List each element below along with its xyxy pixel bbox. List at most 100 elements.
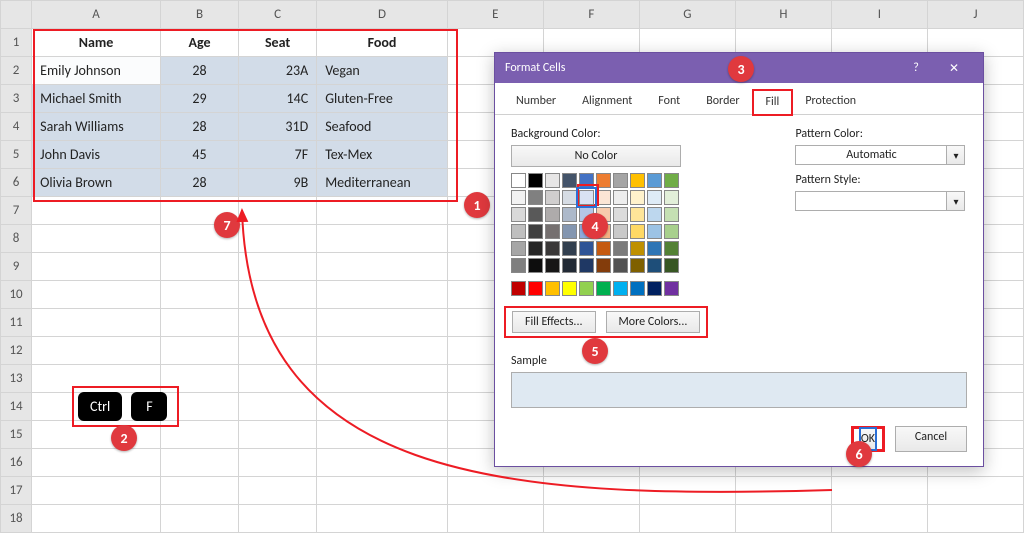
standard-color-swatch[interactable]: [613, 281, 628, 296]
cell-G17[interactable]: [639, 477, 735, 505]
color-swatch[interactable]: [613, 190, 628, 205]
standard-color-swatch[interactable]: [511, 281, 526, 296]
color-swatch[interactable]: [579, 224, 594, 239]
cell-B18[interactable]: [160, 505, 238, 533]
color-swatch[interactable]: [562, 207, 577, 222]
color-swatch[interactable]: [596, 207, 611, 222]
cell-A12[interactable]: [32, 337, 161, 365]
tab-alignment[interactable]: Alignment: [569, 89, 645, 114]
column-header-J[interactable]: J: [927, 1, 1023, 29]
color-swatch[interactable]: [664, 207, 679, 222]
cell-C14[interactable]: [239, 393, 317, 421]
cell-D10[interactable]: [317, 281, 448, 309]
color-swatch[interactable]: [596, 190, 611, 205]
row-header-13[interactable]: 13: [1, 365, 32, 393]
cell-A10[interactable]: [32, 281, 161, 309]
cell-D9[interactable]: [317, 253, 448, 281]
cell-D16[interactable]: [317, 449, 448, 477]
color-swatch[interactable]: [579, 241, 594, 256]
row-header-1[interactable]: 1: [1, 29, 32, 57]
cell-B3[interactable]: 29: [160, 85, 238, 113]
color-swatch[interactable]: [579, 207, 594, 222]
cell-C1[interactable]: Seat: [239, 29, 317, 57]
column-header-A[interactable]: A: [32, 1, 161, 29]
color-swatch[interactable]: [545, 173, 560, 188]
row-header-17[interactable]: 17: [1, 477, 32, 505]
color-swatch[interactable]: [545, 258, 560, 273]
color-swatch[interactable]: [630, 241, 645, 256]
color-swatch[interactable]: [511, 241, 526, 256]
color-swatch[interactable]: [528, 173, 543, 188]
cell-C11[interactable]: [239, 309, 317, 337]
column-header-F[interactable]: F: [543, 1, 639, 29]
ok-button[interactable]: OK: [859, 427, 877, 451]
color-swatch[interactable]: [562, 173, 577, 188]
row-header-9[interactable]: 9: [1, 253, 32, 281]
cell-D12[interactable]: [317, 337, 448, 365]
cell-A7[interactable]: [32, 197, 161, 225]
row-header-5[interactable]: 5: [1, 141, 32, 169]
dialog-titlebar[interactable]: Format Cells ? ✕: [495, 53, 983, 83]
cell-A6[interactable]: Olivia Brown: [32, 169, 161, 197]
color-swatch[interactable]: [528, 207, 543, 222]
color-swatch[interactable]: [545, 207, 560, 222]
more-colors-button[interactable]: More Colors...: [606, 311, 701, 333]
cell-D3[interactable]: Gluten-Free: [317, 85, 448, 113]
color-swatch[interactable]: [579, 173, 594, 188]
cell-B17[interactable]: [160, 477, 238, 505]
cell-C10[interactable]: [239, 281, 317, 309]
cell-C16[interactable]: [239, 449, 317, 477]
color-swatch[interactable]: [596, 224, 611, 239]
cell-B7[interactable]: [160, 197, 238, 225]
cell-B10[interactable]: [160, 281, 238, 309]
cell-C18[interactable]: [239, 505, 317, 533]
cell-H18[interactable]: [735, 505, 831, 533]
cell-D4[interactable]: Seafood: [317, 113, 448, 141]
color-swatch[interactable]: [596, 258, 611, 273]
color-swatch[interactable]: [562, 190, 577, 205]
cell-F18[interactable]: [543, 505, 639, 533]
row-header-3[interactable]: 3: [1, 85, 32, 113]
cell-C13[interactable]: [239, 365, 317, 393]
cell-D13[interactable]: [317, 365, 448, 393]
color-swatch[interactable]: [647, 258, 662, 273]
cell-D17[interactable]: [317, 477, 448, 505]
cell-I18[interactable]: [831, 505, 927, 533]
color-swatch[interactable]: [511, 207, 526, 222]
cell-A11[interactable]: [32, 309, 161, 337]
cell-B5[interactable]: 45: [160, 141, 238, 169]
row-header-18[interactable]: 18: [1, 505, 32, 533]
color-swatch[interactable]: [664, 224, 679, 239]
color-swatch[interactable]: [562, 241, 577, 256]
color-swatch[interactable]: [511, 190, 526, 205]
color-swatch[interactable]: [545, 224, 560, 239]
cell-B6[interactable]: 28: [160, 169, 238, 197]
cell-B2[interactable]: 28: [160, 57, 238, 85]
row-header-14[interactable]: 14: [1, 393, 32, 421]
color-swatch[interactable]: [613, 207, 628, 222]
column-header-H[interactable]: H: [735, 1, 831, 29]
cell-D5[interactable]: Tex-Mex: [317, 141, 448, 169]
cell-D6[interactable]: Mediterranean: [317, 169, 448, 197]
cell-A18[interactable]: [32, 505, 161, 533]
column-header-D[interactable]: D: [317, 1, 448, 29]
cell-D11[interactable]: [317, 309, 448, 337]
cell-B8[interactable]: [160, 225, 238, 253]
cell-A17[interactable]: [32, 477, 161, 505]
cell-C5[interactable]: 7F: [239, 141, 317, 169]
color-swatch[interactable]: [664, 258, 679, 273]
standard-color-swatch[interactable]: [596, 281, 611, 296]
cancel-button[interactable]: Cancel: [895, 426, 967, 452]
select-all-corner[interactable]: [1, 1, 32, 29]
cell-D8[interactable]: [317, 225, 448, 253]
color-swatch[interactable]: [545, 241, 560, 256]
color-swatch[interactable]: [579, 190, 594, 205]
color-swatch[interactable]: [596, 241, 611, 256]
tab-border[interactable]: Border: [693, 89, 752, 114]
row-header-2[interactable]: 2: [1, 57, 32, 85]
cell-B16[interactable]: [160, 449, 238, 477]
close-button[interactable]: ✕: [935, 53, 973, 83]
row-header-10[interactable]: 10: [1, 281, 32, 309]
cell-C17[interactable]: [239, 477, 317, 505]
standard-color-swatch[interactable]: [528, 281, 543, 296]
